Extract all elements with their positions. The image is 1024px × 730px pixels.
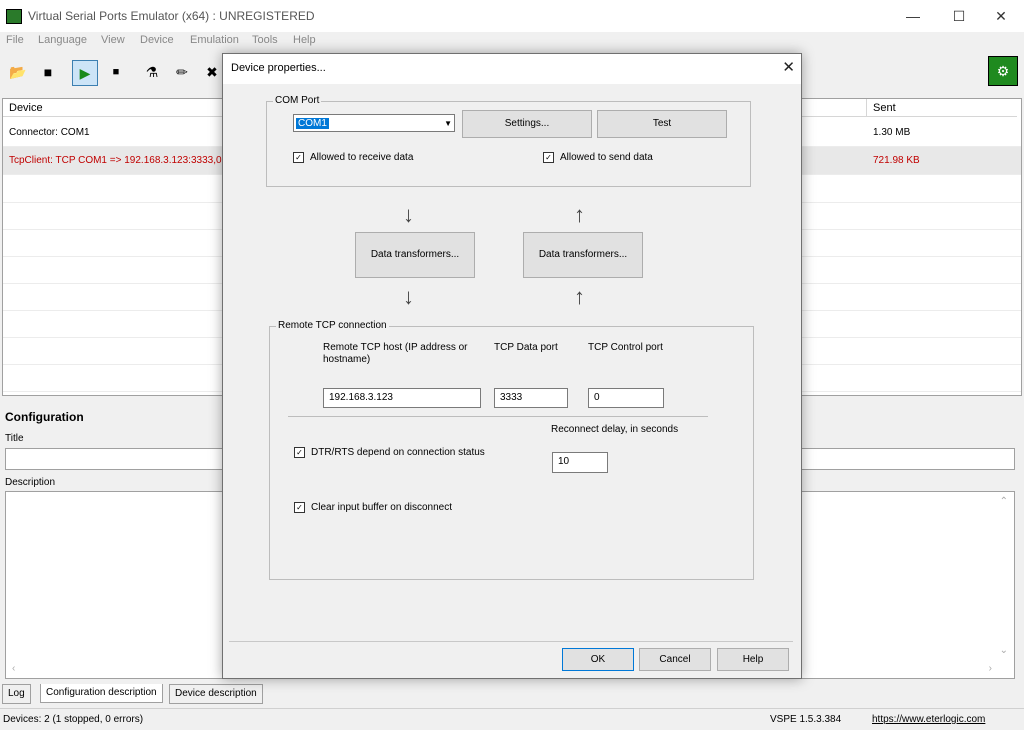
menu-emulation[interactable]: Emulation	[190, 34, 239, 46]
device-cell: TcpClient: TCP COM1 => 192.168.3.123:333…	[9, 155, 222, 166]
checkmark-icon: ✓	[294, 447, 305, 458]
checkmark-icon: ✓	[293, 152, 304, 163]
app-icon	[6, 9, 22, 24]
website-link[interactable]: https://www.eterlogic.com	[872, 714, 985, 725]
remote-tcp-group: Remote TCP connection Remote TCP host (I…	[269, 320, 754, 580]
receive-data-checkbox[interactable]: ✓ Allowed to receive data	[293, 152, 413, 163]
device-properties-dialog: Device properties... ✕ COM Port COM1 ▼ S…	[222, 53, 802, 679]
dtr-rts-checkbox[interactable]: ✓ DTR/RTS depend on connection status	[294, 447, 485, 458]
send-data-checkbox[interactable]: ✓ Allowed to send data	[543, 152, 653, 163]
clear-buffer-checkbox[interactable]: ✓ Clear input buffer on disconnect	[294, 502, 452, 513]
configuration-heading: Configuration	[5, 410, 84, 424]
chevron-down-icon[interactable]: ▼	[444, 115, 452, 133]
reconnect-delay-input[interactable]: 10	[552, 452, 608, 473]
checkmark-icon: ✓	[294, 502, 305, 513]
data-transformers-right-button[interactable]: Data transformers...	[523, 232, 643, 278]
tcp-host-input[interactable]: 192.168.3.123	[323, 388, 481, 408]
scroll-up-icon[interactable]: ⌃	[1000, 496, 1008, 507]
tcp-control-port-label: TCP Control port	[588, 342, 663, 353]
menu-file[interactable]: File	[6, 34, 24, 46]
scroll-right-icon[interactable]: ›	[989, 663, 992, 674]
description-label: Description	[5, 477, 56, 488]
open-folder-icon[interactable]: 📂	[6, 60, 30, 84]
test-button[interactable]: Test	[597, 110, 727, 138]
device-count-status: Devices: 2 (1 stopped, 0 errors)	[3, 714, 144, 725]
cancel-button[interactable]: Cancel	[639, 648, 711, 671]
send-data-label: Allowed to send data	[560, 152, 653, 163]
tcp-data-port-input[interactable]: 3333	[494, 388, 568, 408]
arrow-down-icon: ↓	[403, 202, 414, 227]
help-button[interactable]: Help	[717, 648, 789, 671]
title-bar: Virtual Serial Ports Emulator (x64) : UN…	[0, 0, 1024, 32]
menu-tools[interactable]: Tools	[252, 34, 278, 46]
tcp-control-port-input[interactable]: 0	[588, 388, 664, 408]
com-port-group-label: COM Port	[273, 95, 322, 106]
settings-button[interactable]: Settings...	[462, 110, 592, 138]
edit-device-icon[interactable]: ✏	[170, 60, 194, 84]
checkmark-icon: ✓	[543, 152, 554, 163]
new-device-icon[interactable]: ⚗	[140, 60, 164, 84]
device-logo-icon: ⚙	[988, 56, 1018, 86]
arrow-up-icon: ↑	[574, 284, 585, 309]
ok-button[interactable]: OK	[562, 648, 634, 671]
reconnect-delay-label: Reconnect delay, in seconds	[551, 424, 679, 435]
tab-device-description[interactable]: Device description	[169, 684, 263, 704]
scroll-left-icon[interactable]: ‹	[12, 663, 15, 674]
status-bar: Devices: 2 (1 stopped, 0 errors) VSPE 1.…	[0, 708, 1024, 730]
tab-log[interactable]: Log	[2, 684, 31, 704]
dialog-title: Device properties...	[231, 62, 326, 74]
data-transformers-left-button[interactable]: Data transformers...	[355, 232, 475, 278]
dialog-close-icon[interactable]: ✕	[782, 58, 795, 76]
window-title: Virtual Serial Ports Emulator (x64) : UN…	[28, 9, 315, 23]
menu-view[interactable]: View	[101, 34, 125, 46]
menu-language[interactable]: Language	[38, 34, 87, 46]
menu-help[interactable]: Help	[293, 34, 316, 46]
device-cell: Connector: COM1	[9, 127, 90, 138]
title-label: Title	[5, 433, 24, 444]
menu-bar: File Language View Device Emulation Tool…	[0, 32, 1024, 50]
tcp-host-label: Remote TCP host (IP address or hostname)	[323, 342, 468, 365]
close-button[interactable]: ✕	[978, 0, 1024, 32]
dtr-rts-label: DTR/RTS depend on connection status	[311, 447, 485, 458]
version-status: VSPE 1.5.3.384	[770, 714, 842, 725]
clear-buffer-label: Clear input buffer on disconnect	[311, 502, 453, 513]
save-icon[interactable]: ■	[36, 60, 60, 84]
maximize-button[interactable]: ☐	[936, 0, 982, 32]
com-port-value: COM1	[296, 118, 329, 129]
separator	[288, 416, 708, 417]
sent-cell: 1.30 MB	[873, 127, 911, 138]
separator	[229, 641, 793, 642]
com-port-select[interactable]: COM1 ▼	[293, 114, 455, 132]
arrow-up-icon: ↑	[574, 202, 585, 227]
remote-tcp-group-label: Remote TCP connection	[276, 320, 389, 331]
play-icon[interactable]: ▶	[72, 60, 98, 86]
tcp-data-port-label: TCP Data port	[494, 342, 558, 353]
menu-device[interactable]: Device	[140, 34, 174, 46]
stop-icon[interactable]: ■	[104, 60, 128, 84]
arrow-down-icon: ↓	[403, 284, 414, 309]
delete-device-icon[interactable]: ✖	[200, 60, 224, 84]
com-port-group: COM Port COM1 ▼ Settings... Test ✓ Allow…	[266, 95, 751, 187]
sent-cell: 721.98 KB	[873, 155, 920, 166]
minimize-button[interactable]: —	[890, 0, 936, 32]
tab-configuration-description[interactable]: Configuration description	[40, 684, 163, 703]
receive-data-label: Allowed to receive data	[310, 152, 414, 163]
dialog-title-bar: Device properties... ✕	[223, 54, 801, 84]
column-header-sent[interactable]: Sent	[867, 99, 1017, 117]
scroll-down-icon[interactable]: ⌄	[1000, 645, 1008, 656]
